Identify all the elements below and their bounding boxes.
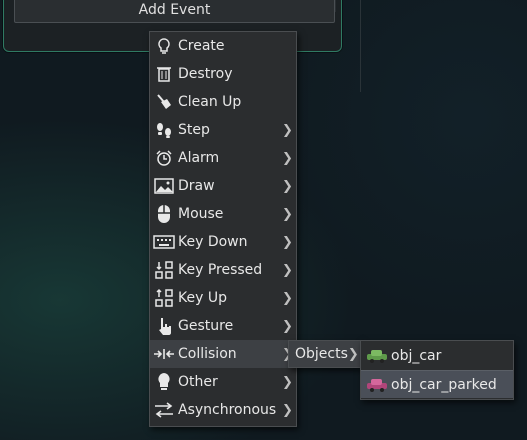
menu-item-destroy[interactable]: Destroy [150, 60, 296, 88]
chevron-right-icon: ❯ [282, 122, 293, 138]
menu-item-gesture[interactable]: Gesture ❯ [150, 312, 296, 340]
menu-item-label: Key Up [178, 290, 227, 306]
menu-item-label: Create [178, 38, 225, 54]
menu-item-key-pressed[interactable]: Key Pressed ❯ [150, 256, 296, 284]
menu-item-label: Collision [178, 346, 237, 362]
menu-item-label: Destroy [178, 66, 233, 82]
menu-item-label: Key Pressed [178, 262, 263, 278]
menu-item-collision[interactable]: Collision ❯ [150, 340, 296, 368]
menu-item-label: Step [178, 122, 210, 138]
chevron-right-icon: ❯ [282, 374, 293, 390]
lightbulb-icon [150, 32, 178, 60]
mouse-icon [150, 200, 178, 228]
chevron-right-icon: ❯ [282, 402, 293, 418]
event-menu: Create Destroy Clean Up Step ❯ Alarm ❯ D… [149, 31, 297, 427]
objects-submenu: obj_car obj_car_parked [360, 340, 514, 400]
menu-item-label: Mouse [178, 206, 224, 222]
menu-item-label: Key Down [178, 234, 248, 250]
chevron-right-icon: ❯ [282, 206, 293, 222]
trash-icon [150, 60, 178, 88]
picture-icon [150, 172, 178, 200]
menu-item-key-up[interactable]: Key Up ❯ [150, 284, 296, 312]
object-item-label: obj_car [391, 348, 442, 364]
key-pressed-icon [150, 256, 178, 284]
object-item-obj-car-parked[interactable]: obj_car_parked [361, 370, 513, 398]
chevron-right-icon: ❯ [282, 178, 293, 194]
chevron-right-icon: ❯ [282, 290, 293, 306]
hand-pointer-icon [150, 312, 178, 340]
menu-item-label: Alarm [178, 150, 220, 166]
alarm-clock-icon [150, 144, 178, 172]
footsteps-icon [150, 116, 178, 144]
menu-item-label: Gesture [178, 318, 234, 334]
car-sprite-icon [363, 342, 391, 370]
swap-arrows-icon [150, 396, 178, 424]
chevron-right-icon: ❯ [282, 150, 293, 166]
collision-submenu: Objects ❯ [288, 340, 362, 368]
submenu-item-objects[interactable]: Objects ❯ [289, 341, 361, 367]
menu-item-alarm[interactable]: Alarm ❯ [150, 144, 296, 172]
menu-item-label: Draw [178, 178, 215, 194]
menu-item-clean-up[interactable]: Clean Up [150, 88, 296, 116]
broom-icon [150, 88, 178, 116]
menu-item-other[interactable]: Other ❯ [150, 368, 296, 396]
background-divider [360, 0, 361, 92]
submenu-item-label: Objects [295, 346, 348, 362]
menu-item-asynchronous[interactable]: Asynchronous ❯ [150, 396, 296, 424]
chevron-right-icon: ❯ [282, 262, 293, 278]
car-sprite-icon [363, 371, 391, 399]
menu-item-create[interactable]: Create [150, 32, 296, 60]
menu-item-label: Clean Up [178, 94, 242, 110]
menu-item-label: Asynchronous [178, 402, 277, 418]
add-event-button[interactable]: Add Event [14, 0, 335, 23]
bulb-icon [150, 368, 178, 396]
object-item-obj-car[interactable]: obj_car [361, 342, 513, 370]
menu-item-label: Other [178, 374, 218, 390]
menu-item-key-down[interactable]: Key Down ❯ [150, 228, 296, 256]
menu-item-step[interactable]: Step ❯ [150, 116, 296, 144]
key-up-icon [150, 284, 178, 312]
keyboard-icon [150, 228, 178, 256]
menu-item-draw[interactable]: Draw ❯ [150, 172, 296, 200]
chevron-right-icon: ❯ [282, 318, 293, 334]
menu-item-mouse[interactable]: Mouse ❯ [150, 200, 296, 228]
object-item-label: obj_car_parked [391, 376, 497, 393]
collision-arrows-icon [150, 340, 178, 368]
chevron-right-icon: ❯ [282, 234, 293, 250]
